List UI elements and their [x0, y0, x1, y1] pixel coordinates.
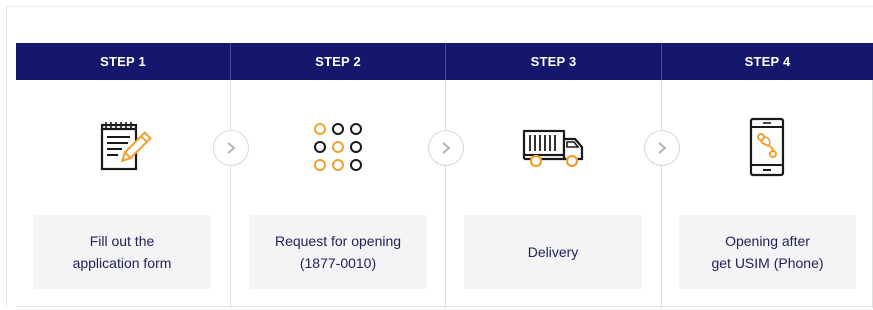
- step-2-column: Request for opening (1877-0010): [231, 80, 446, 308]
- step-1-column: Fill out the application form: [16, 80, 231, 308]
- step-3-header: STEP 3: [446, 43, 662, 80]
- bottom-divider: [16, 306, 873, 307]
- step-2-header: STEP 2: [231, 43, 446, 80]
- step-4-label: Opening after get USIM (Phone): [711, 233, 824, 271]
- chevron-right-icon: [227, 142, 236, 154]
- chevron-right-icon: [442, 142, 451, 154]
- step-1-to-2-chevron: [213, 130, 249, 166]
- step-3-label-box: Delivery: [464, 215, 642, 289]
- step-3-column: Delivery: [446, 80, 662, 308]
- step-2-to-3-chevron: [428, 130, 464, 166]
- form-pencil-icon: [100, 122, 152, 171]
- step-3-to-4-chevron: [644, 130, 680, 166]
- step-1-label-box: Fill out the application form: [33, 215, 211, 289]
- step-1-label: Fill out the application form: [72, 233, 172, 271]
- steps-header-bar: STEP 1 STEP 2 STEP 3 STEP 4: [16, 43, 873, 80]
- keypad-dots-icon: [314, 123, 362, 171]
- step-3-label: Delivery: [527, 244, 579, 260]
- step-2-label: Request for opening (1877-0010): [274, 233, 402, 271]
- step-4-header: STEP 4: [744, 54, 791, 69]
- step-4-label-box: Opening after get USIM (Phone): [679, 215, 856, 289]
- step-2-label-box: Request for opening (1877-0010): [249, 215, 427, 289]
- step-1-header: STEP 1: [16, 43, 231, 80]
- step-4-column: Opening after get USIM (Phone): [662, 80, 873, 308]
- delivery-truck-icon: [522, 129, 583, 168]
- steps-body: Fill out the application form Request fo…: [16, 80, 873, 308]
- chevron-right-icon: [658, 142, 667, 154]
- smartphone-route-icon: [749, 117, 785, 177]
